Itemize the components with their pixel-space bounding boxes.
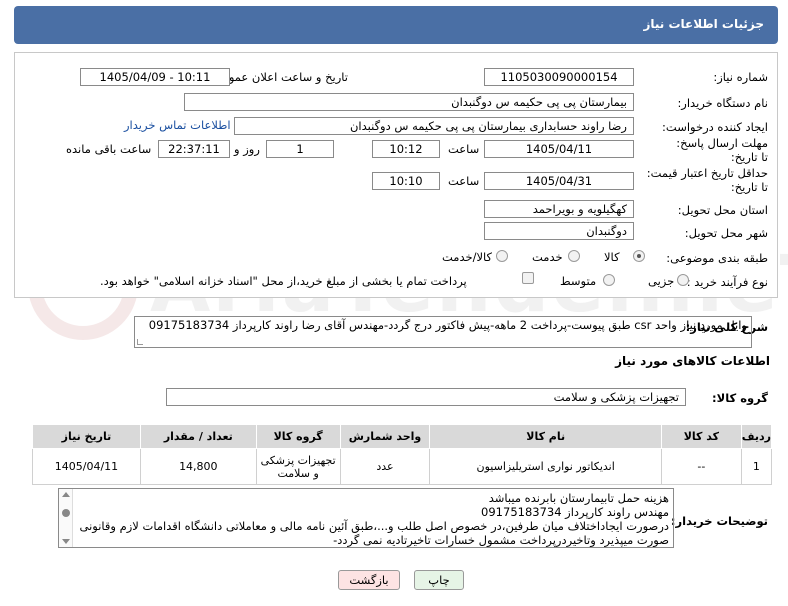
goods-section-title: اطلاعات کالاهای مورد نیاز [615, 354, 770, 368]
col-quantity: تعداد / مقدار [139, 424, 257, 449]
days-field: 1 [266, 140, 334, 158]
deadline-time-label: ساعت [448, 142, 480, 156]
process-medium-label: متوسط [560, 274, 597, 288]
validity-time-field: 10:10 [372, 172, 440, 190]
cell-code: -- [660, 448, 742, 485]
col-row: ردیف [740, 424, 773, 449]
goods-table: ردیف کد کالا نام کالا واحد شمارش گروه کا… [32, 424, 773, 485]
deadline-date-field: 1405/04/11 [484, 140, 634, 158]
category-label: طبقه بندی موضوعی: [666, 251, 768, 265]
cell-name: اندیکاتور نواری استریلیزاسیون [429, 448, 662, 485]
announce-label: تاریخ و ساعت اعلان عمومی: [209, 70, 348, 84]
scroll-down-icon[interactable] [62, 539, 70, 544]
radio-process-medium[interactable] [603, 274, 615, 286]
process-label: نوع فرآیند خرید : [686, 275, 768, 289]
goods-group-field: تجهیزات پزشکی و سلامت [166, 388, 686, 406]
notes-scrollbar[interactable] [59, 489, 73, 547]
radio-process-minor[interactable] [677, 274, 689, 286]
cell-need-date: 1405/04/11 [32, 448, 141, 485]
cell-unit: عدد [339, 448, 431, 485]
page-title: جزئیات اطلاعات نیاز [643, 17, 764, 31]
notes-line-4: صورت میپذیرد وتاخیردرپرداخت مشمول خسارات… [333, 533, 669, 547]
category-service-label: خدمت [532, 250, 563, 264]
need-number-field: 1105030090000154 [484, 68, 634, 86]
deadline-time-field: 10:12 [372, 140, 440, 158]
buyer-notes-textarea[interactable]: هزینه حمل تابیمارستان بابرنده میباشد مهن… [58, 488, 674, 548]
table-row: 1 -- اندیکاتور نواری استریلیزاسیون عدد ت… [32, 448, 773, 485]
requester-label: ایجاد کننده درخواست: [662, 120, 768, 134]
page-header: جزئیات اطلاعات نیاز [14, 6, 778, 44]
city-field: دوگنبدان [484, 222, 634, 240]
resize-grip-icon[interactable] [137, 339, 143, 345]
city-label: شهر محل تحویل: [684, 226, 768, 240]
treasury-payment-checkbox[interactable] [522, 272, 534, 284]
col-name: نام کالا [429, 424, 662, 449]
radio-category-service[interactable] [568, 250, 580, 262]
notes-line-2: مهندس راوند کارپرداز 09175183734 [481, 505, 669, 519]
radio-category-goods[interactable] [633, 250, 645, 262]
back-button[interactable]: بازگشت [338, 570, 400, 590]
col-group: گروه کالا [255, 424, 341, 449]
print-button[interactable]: چاپ [414, 570, 464, 590]
scroll-thumb[interactable] [62, 509, 70, 517]
notes-line-1: هزینه حمل تابیمارستان بابرنده میباشد [488, 491, 669, 505]
cell-group: تجهیزات پزشکی و سلامت [255, 448, 341, 485]
province-field: کهگیلویه و بویراحمد [484, 200, 634, 218]
treasury-payment-note: پرداخت تمام یا بخشی از مبلغ خرید،از محل … [100, 274, 467, 288]
category-both-label: کالا/خدمت [442, 250, 493, 264]
validity-time-label: ساعت [448, 174, 480, 188]
col-unit: واحد شمارش [339, 424, 431, 449]
announce-field: 1405/04/09 - 10:11 [80, 68, 230, 86]
remaining-time-label: ساعت باقی مانده [66, 142, 152, 156]
category-goods-label: کالا [604, 250, 620, 264]
need-number-label: شماره نیاز: [713, 70, 768, 84]
radio-category-both[interactable] [496, 250, 508, 262]
description-text: وایل مورد نیاز واحد csr طبق پیوست-پرداخت… [148, 318, 747, 332]
process-minor-label: جزیی [648, 274, 675, 288]
goods-group-label: گروه کالا: [712, 391, 768, 405]
buyer-org-field: بیمارستان پی پی حکیمه س دوگنبدان [184, 93, 634, 111]
contact-info-link[interactable]: اطلاعات تماس خریدار [124, 118, 231, 132]
deadline-label: مهلت ارسال پاسخ: تا تاریخ: [676, 136, 768, 164]
province-label: استان محل تحویل: [677, 203, 768, 217]
validity-label: حداقل تاریخ اعتبار قیمت: تا تاریخ: [646, 166, 768, 194]
scroll-up-icon[interactable] [62, 492, 70, 497]
goods-table-header: ردیف کد کالا نام کالا واحد شمارش گروه کا… [32, 424, 773, 449]
requester-field: رضا راوند حسابداری بیمارستان پی پی حکیمه… [234, 117, 634, 135]
col-need-date: تاریخ نیاز [32, 424, 141, 449]
validity-date-field: 1405/04/31 [484, 172, 634, 190]
cell-quantity: 14,800 [139, 448, 257, 485]
cell-row: 1 [740, 448, 773, 485]
remaining-time-field: 22:37:11 [158, 140, 230, 158]
notes-line-3: درصورت ایجاداختلاف میان طرفین،در خصوص اص… [79, 519, 670, 533]
days-label: روز و [234, 142, 260, 156]
buyer-notes-label: توضیحات خریدار: [670, 514, 768, 528]
buyer-org-label: نام دستگاه خریدار: [677, 96, 768, 110]
description-textarea[interactable]: وایل مورد نیاز واحد csr طبق پیوست-پرداخت… [134, 316, 752, 348]
col-code: کد کالا [660, 424, 742, 449]
